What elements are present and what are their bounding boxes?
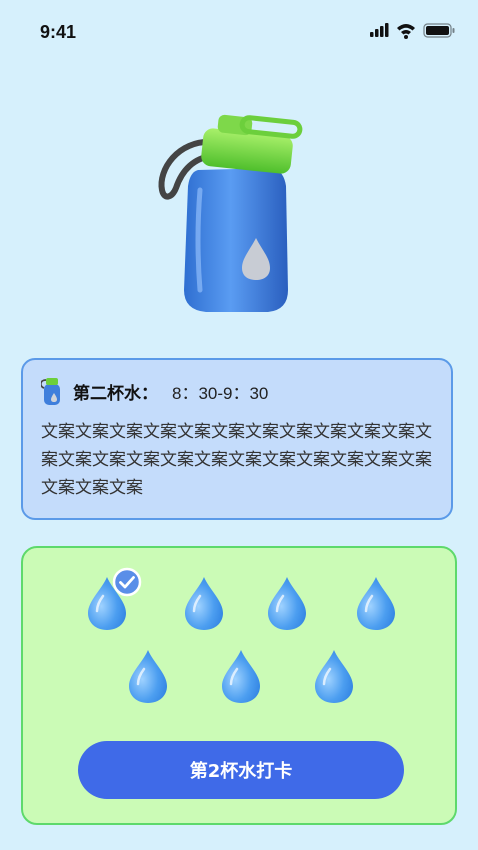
water-drop-icon[interactable] <box>355 575 397 631</box>
water-drop-icon[interactable] <box>313 648 355 704</box>
drink-info-card: 第二杯水： 8：30-9：30 文案文案文案文案文案文案文案文案文案文案文案文案… <box>21 358 453 520</box>
water-drop-icon[interactable] <box>183 575 225 631</box>
water-drop-icon[interactable] <box>127 648 169 704</box>
info-body-text: 文案文案文案文案文案文案文案文案文案文案文案文案文案文案文案文案文案文案文案文案… <box>41 422 432 498</box>
signal-icon <box>370 23 389 37</box>
info-header: 第二杯水： 8：30-9：30 <box>41 376 268 406</box>
wifi-icon <box>397 24 415 39</box>
status-time: 9:41 <box>40 22 77 42</box>
info-time-range: 8：30-9：30 <box>172 383 269 403</box>
status-bar: 9:41 <box>0 0 478 64</box>
water-drop-icon[interactable] <box>266 575 308 631</box>
drops-checkin-card: 第2杯水打卡 <box>21 546 457 825</box>
bottle-icon <box>41 378 60 405</box>
checkin-button[interactable]: 第2杯水打卡 <box>78 741 404 799</box>
checkmark-icon <box>112 567 142 597</box>
status-icons <box>370 23 455 39</box>
water-drop-icon[interactable] <box>220 648 262 704</box>
info-title: 第二杯水： <box>73 383 158 404</box>
water-bottle-illustration <box>158 114 303 312</box>
battery-icon <box>423 23 455 38</box>
